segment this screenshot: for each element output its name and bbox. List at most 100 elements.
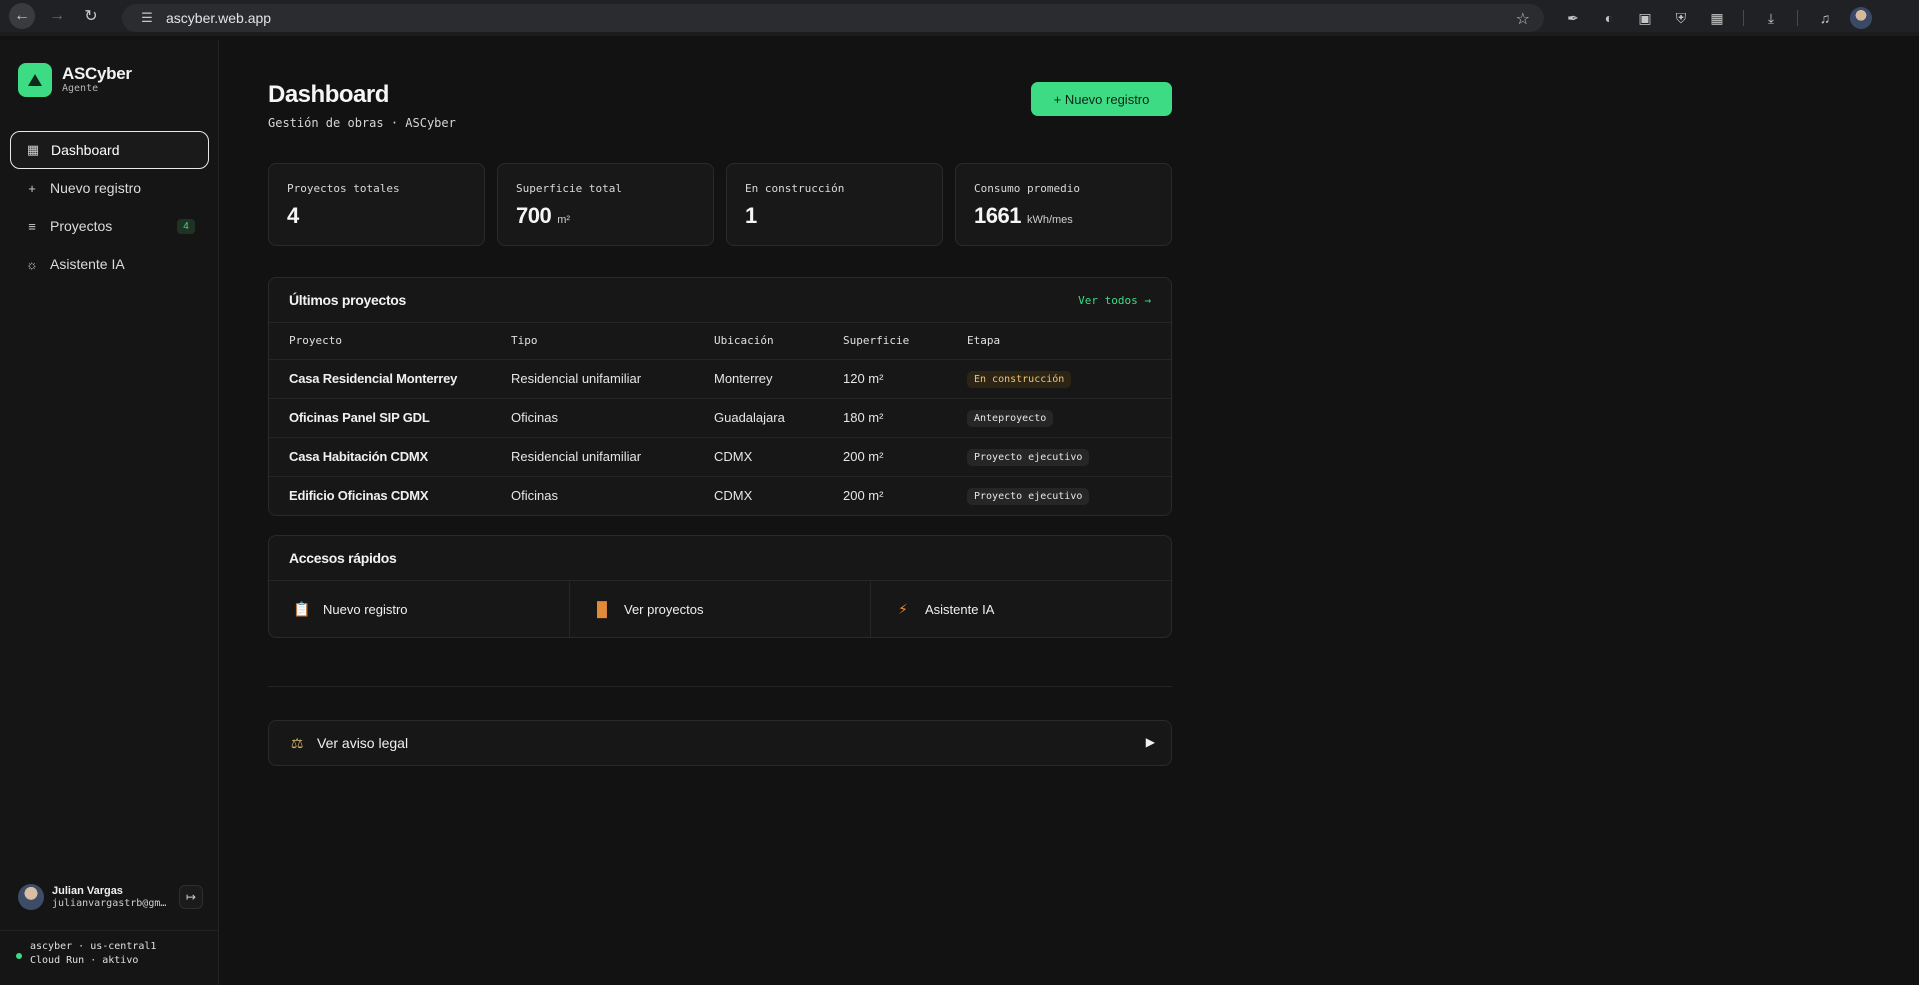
triangle-right-icon: ▶ bbox=[1145, 735, 1155, 749]
stat-card: Proyectos totales 4 bbox=[268, 163, 485, 246]
download-icon[interactable]: ⤓ bbox=[1759, 6, 1783, 30]
stat-label: Proyectos totales bbox=[287, 182, 400, 195]
user-panel: Julian Vargas julianvargastrb@gm… ↦ bbox=[18, 882, 203, 912]
sidebar-item-label: Dashboard bbox=[51, 142, 120, 158]
page-title: Dashboard bbox=[268, 81, 389, 108]
sidebar-item-nuevo-registro[interactable]: + Nuevo registro bbox=[10, 169, 209, 207]
status-badge: En construcción bbox=[967, 370, 1072, 388]
clipboard-icon: 📋 bbox=[293, 600, 311, 617]
eyedropper-icon[interactable]: ✒ bbox=[1561, 6, 1585, 30]
bookmark-star-icon[interactable]: ☆ bbox=[1516, 9, 1530, 29]
bulb-icon: ☼ bbox=[26, 256, 38, 272]
lightning-icon: ⚡ bbox=[898, 600, 908, 617]
project-area: 180 m² bbox=[843, 398, 967, 438]
sidebar-item-label: Nuevo registro bbox=[50, 180, 142, 196]
avatar bbox=[18, 884, 44, 910]
project-name: Edificio Oficinas CDMX bbox=[289, 488, 429, 504]
url-text[interactable]: ascyber.web.app bbox=[166, 10, 271, 26]
sidebar-item-label: Proyectos bbox=[50, 218, 113, 234]
address-bar[interactable]: ☰ ascyber.web.app ☆ bbox=[122, 4, 1544, 32]
sidebar-item-asistente-ia[interactable]: ☼ Asistente IA bbox=[10, 245, 209, 283]
extension-icon[interactable]: ▣ bbox=[1633, 6, 1657, 30]
stat-card: Superficie total 700 m² bbox=[497, 163, 714, 246]
sidebar: ASCyber Agente ▦ Dashboard + Nuevo regis… bbox=[0, 40, 219, 985]
project-location: CDMX bbox=[714, 437, 843, 477]
projects-table: Proyecto Tipo Ubicación Superficie Etapa… bbox=[269, 323, 1171, 515]
column-header: Tipo bbox=[511, 323, 714, 360]
latest-projects-card: Últimos proyectos Ver todos → Proyecto T… bbox=[268, 277, 1172, 516]
status-badge: Proyecto ejecutivo bbox=[967, 448, 1090, 466]
new-record-button[interactable]: + Nuevo registro bbox=[1031, 82, 1172, 116]
site-info-icon[interactable]: ☰ bbox=[132, 10, 162, 26]
brand[interactable]: ASCyber Agente bbox=[18, 63, 132, 97]
crane-icon: █ bbox=[597, 601, 607, 617]
quick-label: Ver proyectos bbox=[624, 601, 704, 617]
project-type: Residencial unifamiliar bbox=[511, 359, 714, 399]
project-type: Oficinas bbox=[511, 398, 714, 438]
table-row[interactable]: Edificio Oficinas CDMX Oficinas CDMX 200… bbox=[269, 476, 1171, 515]
page-subtitle: Gestión de obras · ASCyber bbox=[268, 116, 456, 130]
stat-value: 700 bbox=[516, 203, 552, 228]
plus-icon: + bbox=[28, 180, 36, 196]
sidebar-nav: ▦ Dashboard + Nuevo registro ≡ Proyectos… bbox=[10, 131, 209, 283]
sidebar-item-dashboard[interactable]: ▦ Dashboard bbox=[10, 131, 209, 169]
divider bbox=[0, 930, 219, 931]
project-name: Casa Habitación CDMX bbox=[269, 437, 511, 477]
stat-unit: m² bbox=[557, 214, 571, 226]
column-header: Etapa bbox=[967, 323, 1171, 360]
list-icon: ≡ bbox=[28, 218, 36, 234]
project-location: Monterrey bbox=[714, 359, 843, 399]
server-runtime: Cloud Run · aktivo bbox=[30, 955, 139, 966]
scales-icon: ⚖ bbox=[290, 734, 304, 751]
toolbar-divider bbox=[1743, 10, 1744, 26]
project-name: Oficinas Panel SIP GDL bbox=[269, 398, 511, 438]
column-header: Superficie bbox=[843, 323, 967, 360]
brand-name: ASCyber bbox=[62, 64, 132, 83]
forward-arrow-icon[interactable]: → bbox=[45, 4, 69, 28]
back-arrow-icon[interactable]: ← bbox=[9, 3, 35, 29]
project-location: Guadalajara bbox=[714, 398, 843, 438]
card-title: Accesos rápidos bbox=[289, 550, 397, 566]
table-row[interactable]: Oficinas Panel SIP GDL Oficinas Guadalaj… bbox=[269, 398, 1171, 438]
user-name: Julian Vargas bbox=[52, 884, 123, 897]
user-email: julianvargastrb@gm… bbox=[52, 897, 167, 909]
brand-subtitle: Agente bbox=[62, 83, 99, 94]
status-badge: Proyecto ejecutivo bbox=[967, 487, 1090, 505]
legal-label: Ver aviso legal bbox=[317, 735, 409, 751]
logout-icon[interactable]: ↦ bbox=[179, 885, 203, 909]
server-region: ascyber · us-central1 bbox=[30, 941, 157, 952]
status-dot-icon bbox=[16, 953, 22, 959]
media-control-icon[interactable]: ♫ bbox=[1813, 6, 1837, 30]
stat-value: 1 bbox=[745, 203, 757, 228]
browser-profile-avatar[interactable] bbox=[1850, 7, 1872, 29]
server-status: ascyber · us-central1 Cloud Run · aktivo bbox=[16, 940, 156, 968]
shield-icon[interactable]: ⛨ bbox=[1669, 6, 1693, 30]
stat-value: 4 bbox=[287, 203, 299, 228]
status-badge: Anteproyecto bbox=[967, 409, 1054, 427]
extension-icon[interactable]: ◐ bbox=[1597, 6, 1621, 30]
project-area: 120 m² bbox=[843, 359, 967, 399]
quick-view-projects[interactable]: █ Ver proyectos bbox=[570, 581, 871, 637]
project-area: 200 m² bbox=[843, 488, 884, 504]
project-location: CDMX bbox=[714, 488, 753, 504]
stat-unit: kWh/mes bbox=[1026, 214, 1073, 226]
legal-notice-toggle[interactable]: ⚖ Ver aviso legal ▶ bbox=[268, 720, 1172, 766]
stat-label: En construcción bbox=[745, 182, 845, 195]
reload-icon[interactable]: ↻ bbox=[79, 4, 103, 28]
table-row[interactable]: Casa Habitación CDMX Residencial unifami… bbox=[269, 437, 1171, 477]
view-all-link[interactable]: Ver todos → bbox=[1078, 294, 1151, 307]
quick-access-card: Accesos rápidos 📋 Nuevo registro █ Ver p… bbox=[268, 535, 1172, 638]
puzzle-icon[interactable]: ▦ bbox=[1705, 6, 1729, 30]
grid-icon: ▦ bbox=[26, 142, 40, 157]
column-header: Ubicación bbox=[714, 323, 843, 360]
count-badge: 4 bbox=[177, 219, 195, 234]
quick-new-record[interactable]: 📋 Nuevo registro bbox=[269, 581, 570, 637]
stat-value: 1661 bbox=[974, 203, 1021, 228]
project-area: 200 m² bbox=[843, 437, 967, 477]
sidebar-item-proyectos[interactable]: ≡ Proyectos 4 bbox=[10, 207, 209, 245]
table-row[interactable]: Casa Residencial Monterrey Residencial u… bbox=[269, 359, 1171, 399]
quick-ai-assistant[interactable]: ⚡ Asistente IA bbox=[871, 581, 1171, 637]
quick-label: Asistente IA bbox=[925, 601, 995, 617]
stats-row: Proyectos totales 4 Superficie total 700… bbox=[268, 163, 1172, 246]
divider bbox=[268, 686, 1172, 687]
